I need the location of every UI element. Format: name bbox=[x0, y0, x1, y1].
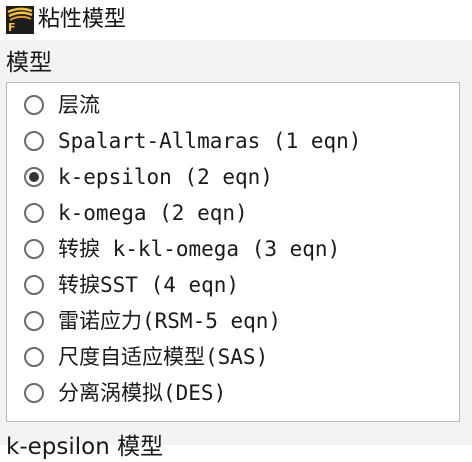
radio-button[interactable] bbox=[24, 239, 44, 259]
k-epsilon-section-label: k-epsilon 模型 bbox=[6, 434, 164, 460]
option-label: 转捩SST (4 eqn) bbox=[58, 273, 240, 297]
title-bar: F 粘性模型 bbox=[0, 0, 472, 40]
option-sas[interactable]: 尺度自适应模型(SAS) bbox=[7, 339, 459, 375]
radio-button-selected[interactable] bbox=[24, 167, 44, 187]
option-laminar[interactable]: 层流 bbox=[7, 87, 459, 123]
radio-button[interactable] bbox=[24, 203, 44, 223]
fluent-f-icon: F bbox=[6, 6, 34, 34]
option-reynolds-stress[interactable]: 雷诺应力(RSM-5 eqn) bbox=[7, 303, 459, 339]
option-label: 转捩 k-kl-omega (3 eqn) bbox=[58, 237, 341, 261]
option-transition-sst[interactable]: 转捩SST (4 eqn) bbox=[7, 267, 459, 303]
option-label: 雷诺应力(RSM-5 eqn) bbox=[58, 309, 282, 333]
option-spalart-allmaras[interactable]: Spalart-Allmaras (1 eqn) bbox=[7, 123, 459, 159]
option-label: k-omega (2 eqn) bbox=[58, 201, 248, 225]
window-title: 粘性模型 bbox=[38, 7, 127, 32]
option-label: 层流 bbox=[58, 93, 100, 117]
app-icon-letter: F bbox=[8, 21, 16, 34]
radio-button[interactable] bbox=[24, 275, 44, 295]
option-des[interactable]: 分离涡模拟(DES) bbox=[7, 375, 459, 411]
radio-button[interactable] bbox=[24, 131, 44, 151]
option-label: 分离涡模拟(DES) bbox=[58, 381, 227, 405]
model-group-label: 模型 bbox=[6, 50, 52, 76]
option-label: Spalart-Allmaras (1 eqn) bbox=[58, 129, 362, 153]
radio-button[interactable] bbox=[24, 383, 44, 403]
option-k-epsilon[interactable]: k-epsilon (2 eqn) bbox=[7, 159, 459, 195]
option-transition-k-kl-omega[interactable]: 转捩 k-kl-omega (3 eqn) bbox=[7, 231, 459, 267]
option-k-omega[interactable]: k-omega (2 eqn) bbox=[7, 195, 459, 231]
model-group-box: 层流 Spalart-Allmaras (1 eqn) k-epsilon (2… bbox=[6, 82, 460, 422]
radio-button[interactable] bbox=[24, 347, 44, 367]
radio-button[interactable] bbox=[24, 311, 44, 331]
dialog-content: 模型 层流 Spalart-Allmaras (1 eqn) k-epsilon… bbox=[0, 40, 472, 460]
model-options-list: 层流 Spalart-Allmaras (1 eqn) k-epsilon (2… bbox=[7, 87, 459, 411]
option-label: k-epsilon (2 eqn) bbox=[58, 165, 273, 189]
radio-button[interactable] bbox=[24, 95, 44, 115]
option-label: 尺度自适应模型(SAS) bbox=[58, 345, 269, 369]
